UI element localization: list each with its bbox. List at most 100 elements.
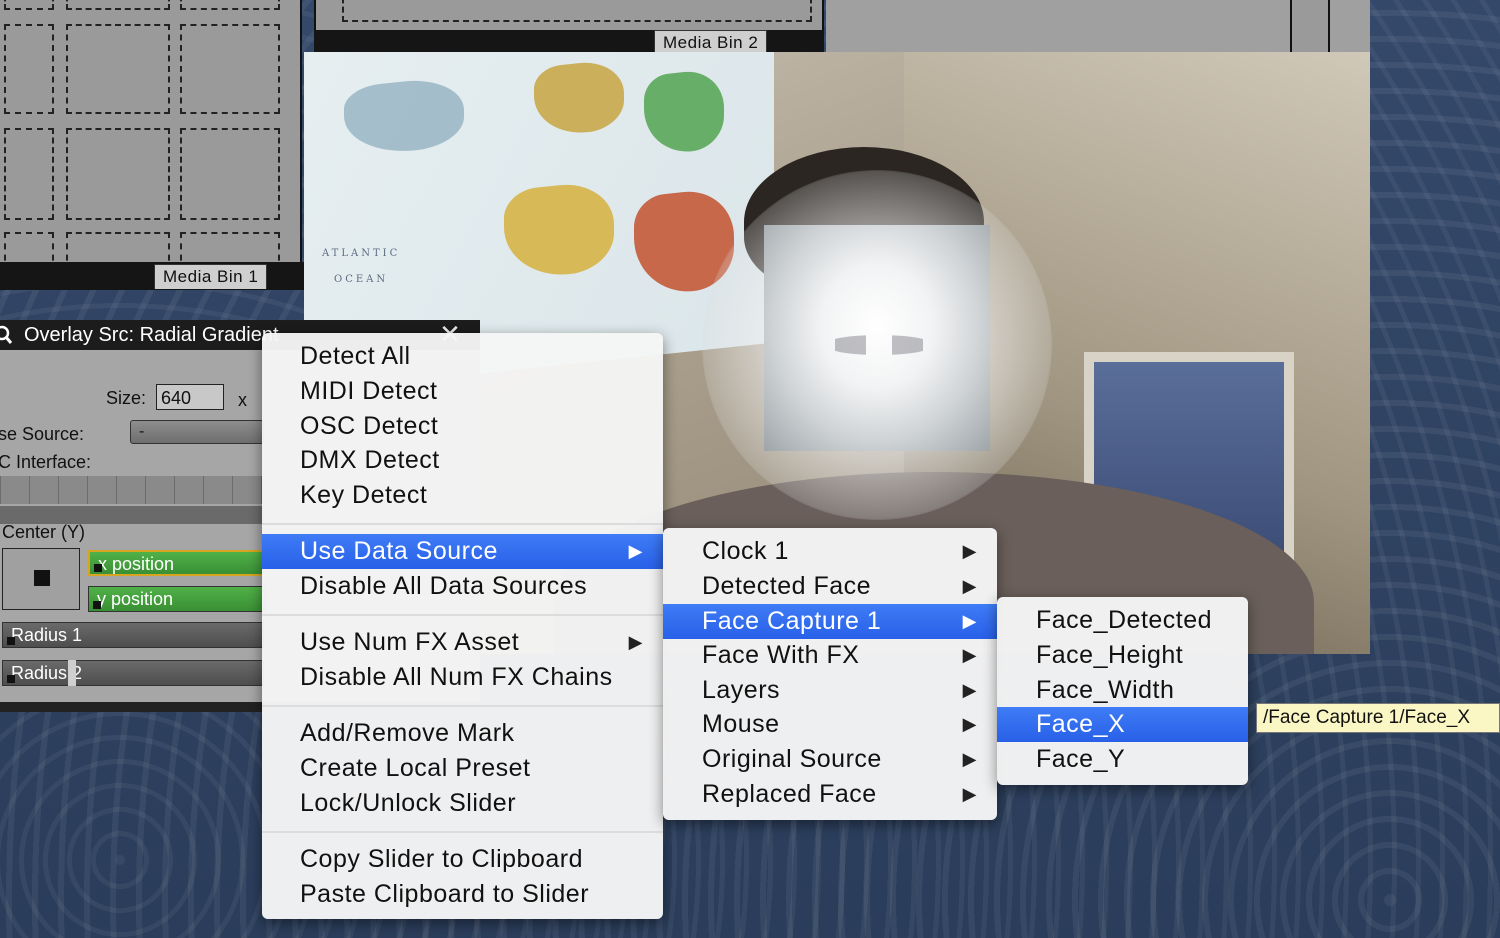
map-label: ATLANTIC bbox=[322, 248, 401, 259]
source-select[interactable]: - bbox=[130, 420, 264, 444]
submenu-arrow-icon: ▶ bbox=[962, 611, 977, 631]
menu-item-label: MIDI Detect bbox=[300, 377, 438, 405]
inspector-title: Overlay Src: Radial Gradient bbox=[24, 324, 279, 346]
map-region bbox=[504, 179, 614, 281]
menu-item-label: Face Capture 1 bbox=[702, 607, 882, 635]
interface-strip[interactable] bbox=[0, 476, 264, 504]
y-position-slider[interactable]: y position bbox=[88, 586, 266, 612]
radius-2-marker[interactable] bbox=[68, 660, 76, 686]
menu-item-mouse[interactable]: Mouse ▶ bbox=[663, 707, 997, 742]
top-panel bbox=[826, 0, 1370, 56]
slider-context-menu: Detect All MIDI Detect OSC Detect DMX De… bbox=[262, 333, 663, 919]
menu-item-label: Original Source bbox=[702, 745, 882, 773]
bin-cell[interactable] bbox=[66, 24, 170, 114]
bin-cell[interactable] bbox=[66, 128, 170, 220]
menu-item-face-y[interactable]: Face_Y bbox=[997, 742, 1248, 777]
submenu-arrow-icon: ▶ bbox=[628, 632, 643, 652]
submenu-arrow-icon: ▶ bbox=[962, 576, 977, 596]
menu-item-disable-all-data-sources[interactable]: Disable All Data Sources bbox=[262, 569, 663, 604]
magnifier-icon bbox=[0, 320, 14, 350]
center-point-handle[interactable] bbox=[34, 570, 50, 586]
submenu-arrow-icon: ▶ bbox=[962, 749, 977, 769]
menu-item-key-detect[interactable]: Key Detect bbox=[262, 478, 663, 513]
menu-item-lock-unlock-slider[interactable]: Lock/Unlock Slider bbox=[262, 786, 663, 821]
bin-cell[interactable] bbox=[180, 24, 280, 114]
slider-knob[interactable] bbox=[7, 675, 15, 683]
menu-item-label: Use Num FX Asset bbox=[300, 628, 520, 656]
menu-item-add-remove-mark[interactable]: Add/Remove Mark bbox=[262, 716, 663, 751]
menu-item-label: Disable All Num FX Chains bbox=[300, 663, 613, 691]
submenu-arrow-icon: ▶ bbox=[962, 784, 977, 804]
menu-separator bbox=[262, 523, 663, 525]
menu-item-midi-detect[interactable]: MIDI Detect bbox=[262, 374, 663, 409]
media-bin-2-tabbar: Media Bin 2 bbox=[314, 30, 824, 55]
slider-knob[interactable] bbox=[94, 564, 102, 572]
menu-item-label: OSC Detect bbox=[300, 412, 439, 440]
menu-item-detect-all[interactable]: Detect All bbox=[262, 339, 663, 374]
x-position-slider[interactable]: x position bbox=[88, 550, 266, 576]
menu-item-face-with-fx[interactable]: Face With FX ▶ bbox=[663, 638, 997, 673]
menu-item-label: Mouse bbox=[702, 710, 780, 738]
menu-item-use-num-fx-asset[interactable]: Use Num FX Asset ▶ bbox=[262, 625, 663, 660]
menu-item-face-x[interactable]: Face_X bbox=[997, 707, 1248, 742]
menu-item-face-capture-1[interactable]: Face Capture 1 ▶ bbox=[663, 604, 997, 639]
radius-2-slider[interactable]: Radius 2 bbox=[2, 660, 264, 686]
submenu-arrow-icon: ▶ bbox=[962, 680, 977, 700]
center-point-pad[interactable] bbox=[2, 548, 80, 610]
data-source-submenu: Clock 1 ▶ Detected Face ▶ Face Capture 1 ▶ … bbox=[663, 528, 997, 820]
menu-item-label: Face With FX bbox=[702, 641, 860, 669]
media-bin-1-tab[interactable]: Media Bin 1 bbox=[154, 264, 268, 289]
submenu-arrow-icon: ▶ bbox=[962, 541, 977, 561]
menu-item-face-width[interactable]: Face_Width bbox=[997, 673, 1248, 708]
menu-item-detected-face[interactable]: Detected Face ▶ bbox=[663, 569, 997, 604]
menu-item-copy-slider[interactable]: Copy Slider to Clipboard bbox=[262, 842, 663, 877]
menu-item-use-data-source[interactable]: Use Data Source ▶ bbox=[262, 534, 663, 569]
radius-1-label: Radius 1 bbox=[11, 625, 83, 645]
menu-item-osc-detect[interactable]: OSC Detect bbox=[262, 409, 663, 444]
y-position-label: y position bbox=[97, 589, 174, 609]
menu-item-label: Copy Slider to Clipboard bbox=[300, 845, 583, 873]
radius-1-slider[interactable]: Radius 1 bbox=[2, 622, 264, 648]
menu-item-face-detected[interactable]: Face_Detected bbox=[997, 603, 1248, 638]
media-bin-1[interactable] bbox=[0, 0, 302, 290]
menu-item-original-source[interactable]: Original Source ▶ bbox=[663, 742, 997, 777]
panel-divider[interactable] bbox=[1290, 0, 1330, 54]
menu-item-paste-slider[interactable]: Paste Clipboard to Slider bbox=[262, 877, 663, 912]
menu-item-create-local-preset[interactable]: Create Local Preset bbox=[262, 751, 663, 786]
menu-item-label: Disable All Data Sources bbox=[300, 572, 588, 600]
data-source-path-tooltip: /Face Capture 1/Face_X bbox=[1256, 703, 1500, 733]
menu-item-label: Face_Detected bbox=[1036, 606, 1213, 634]
slider-knob[interactable] bbox=[7, 637, 15, 645]
menu-item-disable-all-num-fx-chains[interactable]: Disable All Num FX Chains bbox=[262, 660, 663, 695]
bin-cell[interactable] bbox=[342, 0, 812, 22]
source-label: se Source: bbox=[0, 424, 85, 444]
bin-cell[interactable] bbox=[4, 0, 54, 10]
bin-cell[interactable] bbox=[180, 128, 280, 220]
size-width-input[interactable]: 640 bbox=[156, 384, 224, 410]
size-x-label: x bbox=[238, 390, 247, 410]
face-capture-box bbox=[764, 225, 990, 451]
menu-item-label: Face_Width bbox=[1036, 676, 1175, 704]
menu-item-label: Face_Height bbox=[1036, 641, 1184, 669]
slider-knob[interactable] bbox=[93, 601, 101, 609]
inspector-footer bbox=[0, 702, 264, 712]
bin-cell[interactable] bbox=[180, 0, 280, 10]
menu-item-layers[interactable]: Layers ▶ bbox=[663, 673, 997, 708]
menu-separator bbox=[262, 831, 663, 833]
bin-cell[interactable] bbox=[4, 24, 54, 114]
bin-cell[interactable] bbox=[4, 128, 54, 220]
menu-item-label: Detected Face bbox=[702, 572, 872, 600]
map-label: OCEAN bbox=[334, 274, 389, 285]
bin-cell[interactable] bbox=[66, 0, 170, 10]
menu-item-clock-1[interactable]: Clock 1 ▶ bbox=[663, 534, 997, 569]
size-label: Size: bbox=[106, 388, 147, 408]
map-region bbox=[534, 58, 624, 138]
menu-item-replaced-face[interactable]: Replaced Face ▶ bbox=[663, 777, 997, 812]
menu-item-label: Face_X bbox=[1036, 710, 1126, 738]
menu-item-face-height[interactable]: Face_Height bbox=[997, 638, 1248, 673]
menu-item-label: Lock/Unlock Slider bbox=[300, 789, 517, 817]
menu-item-label: Face_Y bbox=[1036, 745, 1126, 773]
menu-item-label: DMX Detect bbox=[300, 446, 440, 474]
submenu-arrow-icon: ▶ bbox=[962, 714, 977, 734]
menu-item-dmx-detect[interactable]: DMX Detect bbox=[262, 443, 663, 478]
